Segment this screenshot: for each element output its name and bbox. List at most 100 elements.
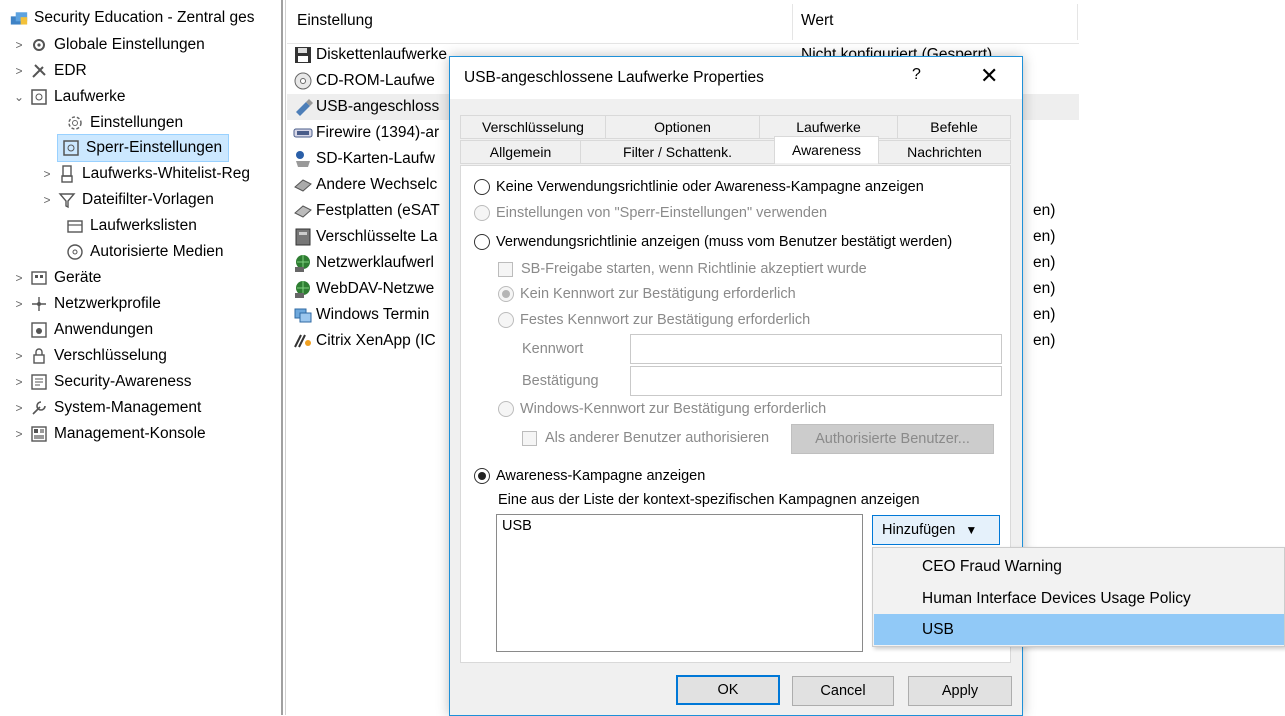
- password-field[interactable]: [630, 334, 1002, 364]
- tree-item-sperr-einstellungen[interactable]: Sperr-Einstellungen: [56, 134, 230, 162]
- encrypted-drive-icon: [293, 227, 313, 247]
- radio-windows-password[interactable]: Windows-Kennwort zur Bestätigung erforde…: [498, 401, 826, 417]
- tab-befehle[interactable]: Befehle: [897, 115, 1011, 139]
- tab-filter-schattenk[interactable]: Filter / Schattenk.: [580, 140, 775, 164]
- removable-icon: [293, 175, 313, 195]
- chevron-down-icon[interactable]: ⌄: [12, 90, 26, 104]
- confirm-password-field[interactable]: [630, 366, 1002, 396]
- pane-splitter[interactable]: [281, 0, 283, 715]
- sdcard-icon: [293, 149, 313, 169]
- list-header: Einstellung Wert: [287, 0, 1079, 44]
- tree-item-management-konsole[interactable]: > Management-Konsole: [12, 421, 205, 447]
- cdrom-icon: [293, 71, 313, 91]
- apply-button[interactable]: Apply: [908, 676, 1012, 706]
- tree-item-laufwerke[interactable]: ⌄ Laufwerke: [12, 84, 126, 110]
- awareness-icon: [30, 373, 48, 391]
- tree-item-label: System-Management: [54, 399, 202, 416]
- radio-show-campaign[interactable]: Awareness-Kampagne anzeigen: [474, 468, 705, 484]
- list-row-name: USB-angeschloss: [316, 98, 440, 115]
- chevron-right-icon[interactable]: >: [12, 349, 26, 363]
- chevron-right-icon[interactable]: >: [12, 38, 26, 52]
- tree-item-label: Sperr-Einstellungen: [86, 139, 223, 156]
- column-header-wert[interactable]: Wert: [801, 12, 833, 30]
- confirm-label: Bestätigung: [522, 373, 599, 389]
- tree-item-edr[interactable]: > EDR: [12, 58, 87, 84]
- radio-no-password[interactable]: Kein Kennwort zur Bestätigung erforderli…: [498, 286, 796, 302]
- webdav-icon: [293, 279, 313, 299]
- tab-awareness[interactable]: Awareness: [774, 136, 879, 163]
- caret-down-icon: ▼: [965, 523, 978, 537]
- tree-item-anwendungen[interactable]: Anwendungen: [30, 317, 153, 343]
- tree-root[interactable]: Security Education - Zentral ges: [10, 5, 255, 31]
- tree-item-label: Security-Awareness: [54, 373, 192, 390]
- gear-network-icon: [30, 36, 48, 54]
- tree-item-label: EDR: [54, 62, 87, 79]
- tree-item-laufwerkslisten[interactable]: Laufwerkslisten: [48, 213, 197, 239]
- list-row-name: Citrix XenApp (IC: [316, 332, 436, 349]
- tree-root-label: Security Education - Zentral ges: [34, 9, 255, 26]
- list-item[interactable]: USB: [502, 518, 532, 534]
- close-icon[interactable]: ✕: [980, 63, 998, 89]
- column-separator[interactable]: [792, 4, 793, 40]
- help-button[interactable]: ?: [912, 66, 921, 84]
- campaign-list[interactable]: USB: [496, 514, 863, 652]
- campaign-description: Eine aus der Liste der kontext-spezifisc…: [498, 492, 920, 508]
- tab-nachrichten[interactable]: Nachrichten: [878, 140, 1011, 164]
- tree-item-label: Laufwerke: [54, 88, 126, 105]
- tree-item-autorisierte-medien[interactable]: Autorisierte Medien: [48, 239, 224, 265]
- list-row-value: en): [1033, 228, 1056, 245]
- column-separator[interactable]: [1077, 4, 1078, 40]
- tab-verschluesselung[interactable]: Verschlüsselung: [460, 115, 606, 139]
- list-row-name: Festplatten (eSAT: [316, 202, 440, 219]
- tree-item-system-management[interactable]: > System-Management: [12, 395, 201, 421]
- chevron-right-icon[interactable]: >: [12, 401, 26, 415]
- ok-button[interactable]: OK: [676, 675, 780, 705]
- tab-allgemein[interactable]: Allgemein: [460, 140, 581, 164]
- chevron-right-icon[interactable]: >: [12, 271, 26, 285]
- tree-item-label: Dateifilter-Vorlagen: [82, 191, 214, 208]
- chevron-right-icon[interactable]: >: [12, 64, 26, 78]
- tree-item-netzwerkprofile[interactable]: > Netzwerkprofile: [12, 291, 161, 317]
- list-row-name: Diskettenlaufwerke: [316, 46, 447, 63]
- radio-no-policy[interactable]: Keine Verwendungsrichtlinie oder Awarene…: [474, 179, 924, 195]
- chevron-right-icon[interactable]: >: [12, 375, 26, 389]
- dialog-title: USB-angeschlossene Laufwerke Properties: [464, 69, 764, 86]
- tree-item-dateifilter-vorlagen[interactable]: > Dateifilter-Vorlagen: [40, 187, 214, 213]
- console-icon: [30, 425, 48, 443]
- cancel-button[interactable]: Cancel: [792, 676, 894, 706]
- tree-item-laufwerks-whitelist[interactable]: > Laufwerks-Whitelist-Reg: [40, 161, 250, 187]
- add-campaign-button[interactable]: Hinzufügen ▼: [872, 515, 1000, 545]
- tree-item-label: Verschlüsselung: [54, 347, 167, 364]
- add-button-label: Hinzufügen: [882, 522, 956, 538]
- tree-item-label: Laufwerks-Whitelist-Reg: [82, 165, 250, 182]
- list-row-name: Windows Termin: [316, 306, 430, 323]
- menu-item-ceo-fraud-warning[interactable]: CEO Fraud Warning: [874, 551, 1284, 582]
- tree-item-einstellungen[interactable]: Einstellungen: [48, 110, 183, 136]
- chevron-right-icon[interactable]: >: [40, 193, 54, 207]
- checkbox-other-user[interactable]: Als anderer Benutzer authorisieren: [522, 430, 769, 446]
- tab-optionen[interactable]: Optionen: [605, 115, 760, 139]
- column-header-einstellung[interactable]: Einstellung: [297, 12, 373, 30]
- list-row-name: Verschlüsselte La: [316, 228, 438, 245]
- radio-use-lock-settings[interactable]: Einstellungen von "Sperr-Einstellungen" …: [474, 205, 827, 221]
- tree-item-label: Globale Einstellungen: [54, 36, 205, 53]
- chevron-right-icon[interactable]: >: [12, 427, 26, 441]
- harddisk-icon: [293, 201, 313, 221]
- menu-item-usb[interactable]: USB: [874, 614, 1284, 645]
- checkbox-start-sb[interactable]: SB-Freigabe starten, wenn Richtlinie akz…: [498, 261, 867, 277]
- chevron-right-icon[interactable]: >: [40, 167, 54, 181]
- radio-show-policy[interactable]: Verwendungsrichtlinie anzeigen (muss vom…: [474, 234, 952, 250]
- list-row-name: SD-Karten-Laufw: [316, 150, 435, 167]
- menu-item-hid-usage-policy[interactable]: Human Interface Devices Usage Policy: [874, 583, 1284, 614]
- tree-item-geraete[interactable]: > Geräte: [12, 265, 101, 291]
- authorized-users-button[interactable]: Authorisierte Benutzer...: [791, 424, 994, 454]
- tree-item-globale-einstellungen[interactable]: > Globale Einstellungen: [12, 32, 205, 58]
- dialog-titlebar[interactable]: USB-angeschlossene Laufwerke Properties …: [450, 57, 1022, 99]
- radio-fixed-password[interactable]: Festes Kennwort zur Bestätigung erforder…: [498, 312, 810, 328]
- tree-item-security-awareness[interactable]: > Security-Awareness: [12, 369, 192, 395]
- chevron-right-icon[interactable]: >: [12, 297, 26, 311]
- tree-item-verschluesselung[interactable]: > Verschlüsselung: [12, 343, 167, 369]
- tree-item-label: Netzwerkprofile: [54, 295, 161, 312]
- list-row-value: en): [1033, 306, 1056, 323]
- server-group-icon: [10, 9, 28, 27]
